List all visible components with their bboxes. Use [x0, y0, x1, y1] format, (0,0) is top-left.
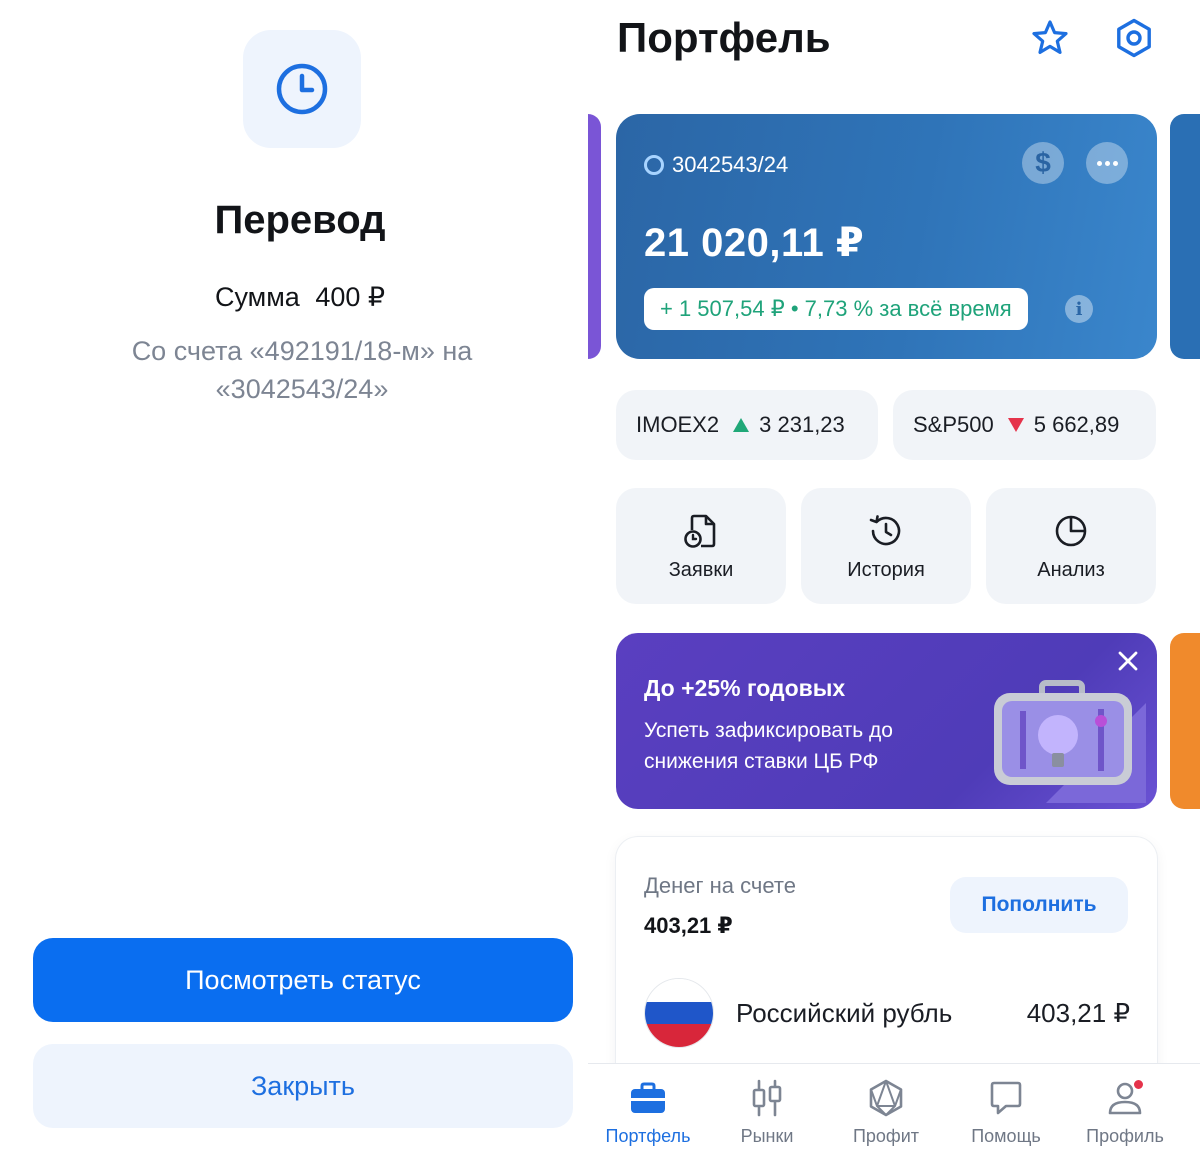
currency-switch-button[interactable]: $: [1022, 142, 1064, 184]
page-title: Портфель: [617, 14, 831, 61]
favorites-button[interactable]: [1026, 14, 1074, 62]
close-button[interactable]: Закрыть: [33, 1044, 573, 1128]
orders-icon: [684, 514, 716, 548]
history-button[interactable]: История: [801, 488, 971, 604]
tab-label: Рынки: [740, 1126, 794, 1146]
index-chip-imoex[interactable]: IMOEX2 3 231,23: [616, 390, 878, 460]
next-account-card-peek[interactable]: [1170, 114, 1200, 359]
profit-icon: [864, 1076, 908, 1120]
prev-account-card-peek[interactable]: [588, 114, 601, 359]
index-name: S&P500: [913, 412, 994, 437]
trend-up-icon: [733, 418, 750, 432]
transfer-route: Со счета «492191/18-м» на «3042543/24»: [131, 336, 473, 404]
cash-balance-card: Денег на счете 403,21 ₽ Пополнить Россий…: [616, 837, 1157, 1097]
star-icon: [1032, 20, 1068, 54]
dollar-icon: $: [1035, 147, 1051, 178]
pie-chart-icon: [1055, 515, 1087, 546]
cash-value: 403,21 ₽: [644, 913, 733, 938]
promo-banner[interactable]: До +25% годовых Успеть зафиксировать до …: [616, 633, 1157, 809]
clock-icon: [276, 63, 328, 115]
transfer-screen: Перевод Сумма 400 ₽ Со счета «492191/18-…: [0, 0, 600, 1165]
chat-icon: [984, 1076, 1028, 1120]
briefcase-icon: [626, 1076, 670, 1120]
clock-tile: [243, 30, 361, 148]
currency-value: 403,21 ₽: [1026, 997, 1130, 1028]
next-promo-peek[interactable]: [1170, 633, 1200, 809]
index-value: 3 231,23: [759, 412, 845, 437]
close-icon[interactable]: [1116, 649, 1140, 673]
trend-down-icon: [1007, 418, 1024, 432]
notification-badge: [1132, 1078, 1145, 1091]
more-dot-icon: [1096, 160, 1102, 166]
tab-portfolio[interactable]: Портфель: [588, 1076, 708, 1147]
account-gain-badge: + 1 507,54 ₽ • 7,73 % за всё время: [644, 288, 1028, 330]
index-value-group: 3 231,23: [733, 412, 845, 438]
amount-line: Сумма 400 ₽: [0, 282, 600, 313]
more-button[interactable]: [1086, 142, 1128, 184]
index-name: IMOEX2: [636, 412, 720, 437]
settings-button[interactable]: [1110, 14, 1158, 62]
action-label: Заявки: [668, 558, 734, 581]
transfer-title: Перевод: [214, 198, 386, 242]
action-label: Анализ: [1037, 558, 1105, 581]
tab-label: Профиль: [1086, 1126, 1164, 1146]
settings-icon: [1117, 18, 1151, 58]
index-value: 5 662,89: [1033, 412, 1120, 437]
index-value-group: 5 662,89: [1007, 412, 1120, 438]
tab-profit[interactable]: Профит: [826, 1076, 946, 1147]
amount-label: Сумма: [214, 282, 300, 312]
user-icon: [1103, 1076, 1147, 1120]
promo-illustration: [994, 680, 1146, 803]
currency-name: Российский рубль: [736, 997, 953, 1028]
tab-markets[interactable]: Рынки: [707, 1076, 827, 1147]
account-total: 21 020,11 ₽: [644, 221, 865, 265]
promo-text: Успеть зафиксировать до снижения ставки …: [644, 719, 893, 773]
tab-label: Портфель: [605, 1126, 691, 1146]
action-label: История: [847, 558, 925, 581]
cash-label: Денег на счете: [644, 873, 796, 898]
portfolio-screen: Портфель 3042543/24 $ 21 020,11 ₽ + 1 50…: [588, 0, 1200, 1165]
view-status-button[interactable]: Посмотреть статус: [33, 938, 573, 1022]
candlestick-icon: [745, 1076, 789, 1120]
tab-label: Профит: [852, 1126, 920, 1146]
currency-row[interactable]: Российский рубль 403,21 ₽: [644, 977, 1130, 1049]
more-dot-icon: [1112, 160, 1118, 166]
more-dot-icon: [1104, 160, 1110, 166]
bottom-tab-bar: Портфель Рынки Профит Помощь Профиль: [588, 1063, 1200, 1165]
promo-title: До +25% годовых: [644, 675, 846, 701]
account-status-dot: [644, 155, 664, 175]
amount-value: 400 ₽: [315, 282, 386, 312]
account-id: 3042543/24: [644, 152, 788, 178]
account-number: 3042543/24: [672, 152, 789, 177]
index-chip-sp500[interactable]: S&P500 5 662,89: [893, 390, 1156, 460]
top-up-button[interactable]: Пополнить: [950, 877, 1128, 933]
tab-label: Помощь: [971, 1126, 1041, 1146]
info-icon[interactable]: i: [1065, 295, 1093, 323]
russia-flag-icon: [644, 978, 714, 1048]
tab-profile[interactable]: Профиль: [1065, 1076, 1185, 1147]
orders-button[interactable]: Заявки: [616, 488, 786, 604]
history-icon: [869, 514, 901, 545]
tab-help[interactable]: Помощь: [946, 1076, 1066, 1147]
analysis-button[interactable]: Анализ: [986, 488, 1156, 604]
account-card[interactable]: 3042543/24 $ 21 020,11 ₽ + 1 507,54 ₽ • …: [616, 114, 1157, 359]
